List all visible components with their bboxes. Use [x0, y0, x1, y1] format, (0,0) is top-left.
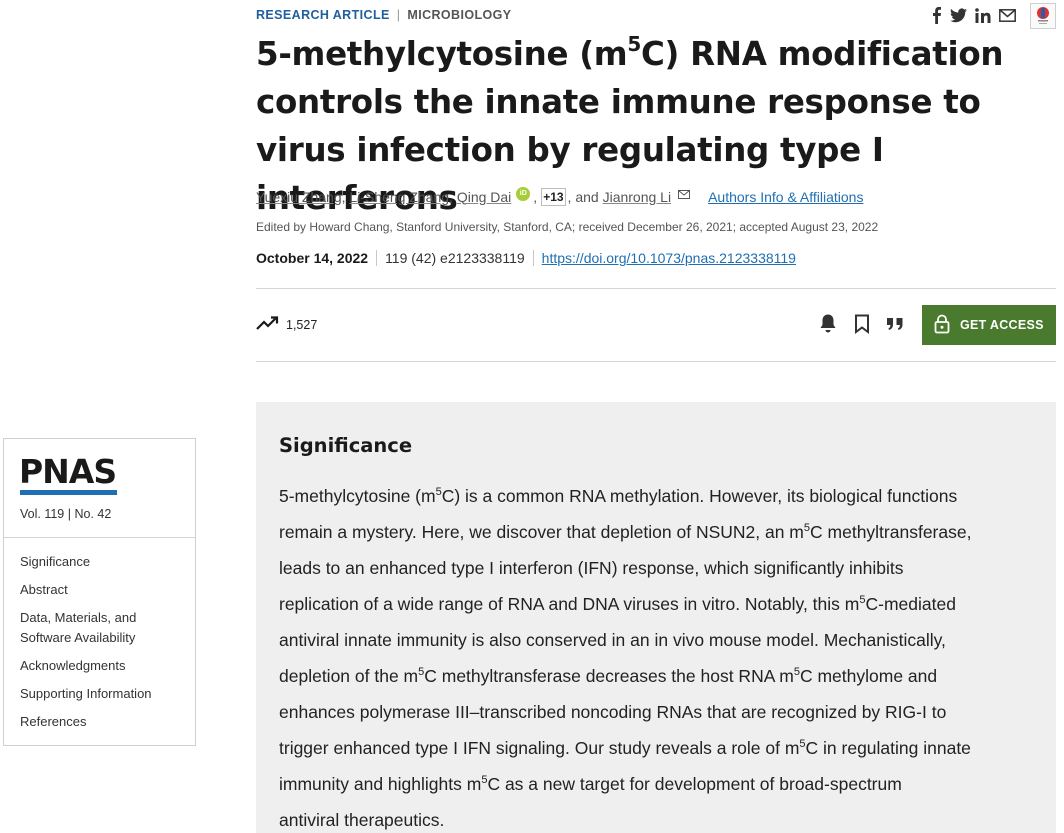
- sidebar-item-acknowledgments[interactable]: Acknowledgments: [20, 656, 152, 676]
- doi-link[interactable]: https://doi.org/10.1073/pnas.2123338119: [532, 250, 796, 266]
- author-link[interactable]: Qing Dai: [457, 189, 511, 205]
- sidebar-item-label: Software Availability: [20, 630, 136, 645]
- article-type-link[interactable]: RESEARCH ARTICLE: [256, 8, 390, 22]
- text-segment: 5-methylcytosine (m: [279, 486, 436, 506]
- sidebar-item-label: Data, Materials, and: [20, 610, 137, 625]
- text-segment: C methyltransferase decreases the host R…: [424, 666, 794, 686]
- and-text: , and: [567, 188, 599, 205]
- sidebar-nav-list: Significance Abstract Data, Materials, a…: [20, 552, 152, 740]
- edited-by-line: Edited by Howard Chang, Stanford Univers…: [256, 220, 879, 234]
- title-part-1: 5-methylcytosine (m: [256, 35, 628, 73]
- text-segment: trigger enhanced type I IFN signaling. O…: [279, 738, 800, 758]
- significance-line: antiviral innate immunity is also conser…: [279, 622, 1039, 658]
- divider: [256, 361, 1056, 362]
- text-segment: leads to an enhanced type I interferon (…: [279, 558, 904, 578]
- article-actions: [818, 313, 904, 334]
- significance-line: trigger enhanced type I IFN signaling. O…: [279, 730, 1039, 766]
- significance-line: depletion of the m5C methyltransferase d…: [279, 658, 1039, 694]
- text-segment: C methyltransferase,: [810, 522, 972, 542]
- quote-icon[interactable]: [886, 317, 904, 331]
- metrics-link[interactable]: 1,527: [256, 315, 317, 334]
- affiliations-link[interactable]: Authors Info & Affiliations: [708, 189, 863, 205]
- article-sidebar-nav: PNAS Vol. 119 | No. 42 Significance Abst…: [3, 438, 196, 746]
- text-segment: depletion of the m: [279, 666, 419, 686]
- sidebar-item-references[interactable]: References: [20, 712, 152, 732]
- subject-link[interactable]: MICROBIOLOGY: [407, 8, 511, 22]
- facebook-icon[interactable]: [930, 6, 942, 24]
- author-link[interactable]: Li-Sheng Zhang: [349, 189, 449, 205]
- author-link[interactable]: Yuexiu Zhang: [256, 189, 342, 205]
- bookmark-icon[interactable]: [854, 314, 870, 334]
- sidebar-item-significance[interactable]: Significance: [20, 552, 152, 572]
- significance-line: remain a mystery. Here, we discover that…: [279, 514, 1039, 550]
- significance-line: replication of a wide range of RNA and D…: [279, 586, 1039, 622]
- text-segment: remain a mystery. Here, we discover that…: [279, 522, 804, 542]
- text-segment: C methylome and: [799, 666, 938, 686]
- title-superscript: 5: [627, 32, 641, 56]
- article-category: RESEARCH ARTICLE | MICROBIOLOGY: [256, 8, 512, 22]
- text-segment: antiviral innate immunity is also conser…: [279, 630, 946, 650]
- significance-heading: Significance: [279, 434, 413, 457]
- significance-section: Significance 5-methylcytosine (m5C) is a…: [256, 402, 1056, 833]
- significance-line: 5-methylcytosine (m5C) is a common RNA m…: [279, 478, 1039, 514]
- author-link[interactable]: Jianrong Li: [603, 189, 672, 205]
- trending-icon: [256, 315, 279, 334]
- text-segment: C as a new target for development of bro…: [487, 774, 902, 794]
- sidebar-item-data-materials[interactable]: Data, Materials, and Software Availabili…: [20, 608, 152, 648]
- publication-info: October 14, 2022 119 (42) e2123338119 ht…: [256, 250, 796, 266]
- get-access-label: GET ACCESS: [960, 318, 1044, 332]
- significance-line: enhances polymerase III–transcribed nonc…: [279, 694, 1039, 730]
- author-separator: ,: [449, 188, 453, 205]
- lock-icon: [934, 314, 950, 337]
- text-segment: replication of a wide range of RNA and D…: [279, 594, 860, 614]
- author-list: Yuexiu Zhang, Li-Sheng Zhang, Qing Dai i…: [256, 186, 863, 207]
- sidebar-divider: [4, 537, 195, 538]
- citation-info: 119 (42) e2123338119: [376, 250, 533, 266]
- journal-logo[interactable]: PNAS: [19, 455, 117, 489]
- get-access-button[interactable]: GET ACCESS: [922, 305, 1056, 345]
- text-segment: C-mediated: [865, 594, 956, 614]
- author-separator: ,: [341, 188, 346, 205]
- text-segment: enhances polymerase III–transcribed nonc…: [279, 702, 947, 722]
- email-icon[interactable]: [999, 8, 1016, 22]
- crossmark-icon[interactable]: [1030, 3, 1056, 29]
- share-bar: [930, 6, 1016, 24]
- publication-date: October 14, 2022: [256, 250, 369, 266]
- corresponding-email-icon[interactable]: [678, 186, 691, 202]
- text-segment: C) is a common RNA methylation. However,…: [441, 486, 958, 506]
- author-separator: ,: [533, 188, 538, 205]
- volume-issue: Vol. 119 | No. 42: [20, 507, 112, 521]
- bell-icon[interactable]: [818, 313, 838, 334]
- text-segment: antiviral therapeutics.: [279, 810, 445, 830]
- sidebar-item-supporting-information[interactable]: Supporting Information: [20, 684, 152, 704]
- category-separator: |: [396, 8, 401, 22]
- sidebar-item-abstract[interactable]: Abstract: [20, 580, 152, 600]
- twitter-icon[interactable]: [950, 8, 967, 23]
- more-authors-button[interactable]: +13: [541, 187, 566, 206]
- significance-line: leads to an enhanced type I interferon (…: [279, 550, 1039, 586]
- linkedin-icon[interactable]: [975, 7, 991, 23]
- orcid-icon[interactable]: iD: [516, 186, 531, 201]
- divider: [256, 288, 1056, 289]
- text-segment: C in regulating innate: [805, 738, 971, 758]
- significance-line: antiviral therapeutics.: [279, 802, 1039, 833]
- significance-text: 5-methylcytosine (m5C) is a common RNA m…: [279, 478, 1039, 833]
- logo-underline: [20, 490, 117, 495]
- text-segment: immunity and highlights m: [279, 774, 482, 794]
- significance-line: immunity and highlights m5C as a new tar…: [279, 766, 1039, 802]
- views-count: 1,527: [286, 317, 318, 332]
